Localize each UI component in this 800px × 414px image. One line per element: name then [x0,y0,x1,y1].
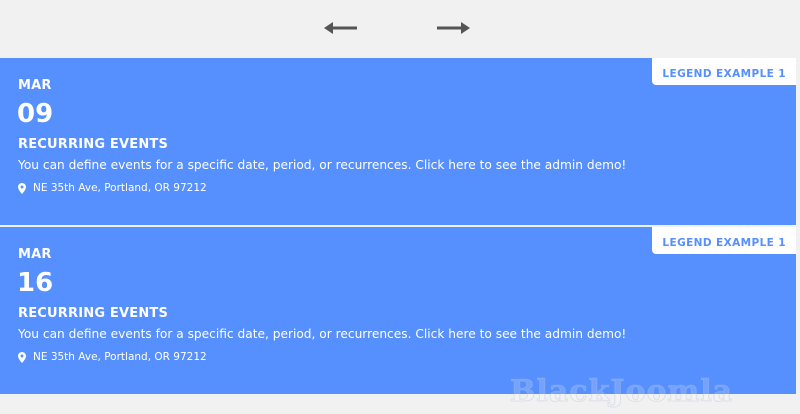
event-location: NE 35th Ave, Portland, OR 97212 [18,351,207,363]
arrow-left-icon[interactable] [324,18,358,38]
event-card[interactable]: LEGEND EXAMPLE 1 MAR 09 RECURRING EVENTS… [0,58,796,225]
event-title[interactable]: RECURRING EVENTS [18,137,168,152]
event-description[interactable]: You can define events for a specific dat… [18,327,626,341]
event-month: MAR [18,78,52,93]
map-pin-icon [18,182,26,194]
event-location-text: NE 35th Ave, Portland, OR 97212 [33,351,207,363]
event-card[interactable]: LEGEND EXAMPLE 1 MAR 16 RECURRING EVENTS… [0,227,796,394]
event-month: MAR [18,247,52,262]
event-day: 16 [17,268,54,298]
event-location: NE 35th Ave, Portland, OR 97212 [18,182,207,194]
event-description[interactable]: You can define events for a specific dat… [18,158,626,172]
map-pin-icon [18,351,26,363]
event-title[interactable]: RECURRING EVENTS [18,306,168,321]
arrow-right-icon[interactable] [436,18,470,38]
event-location-text: NE 35th Ave, Portland, OR 97212 [33,182,207,194]
legend-badge: LEGEND EXAMPLE 1 [652,227,796,254]
event-navigation [0,0,800,58]
event-day: 09 [17,99,54,129]
event-list: LEGEND EXAMPLE 1 MAR 09 RECURRING EVENTS… [0,58,796,394]
legend-badge: LEGEND EXAMPLE 1 [652,58,796,85]
